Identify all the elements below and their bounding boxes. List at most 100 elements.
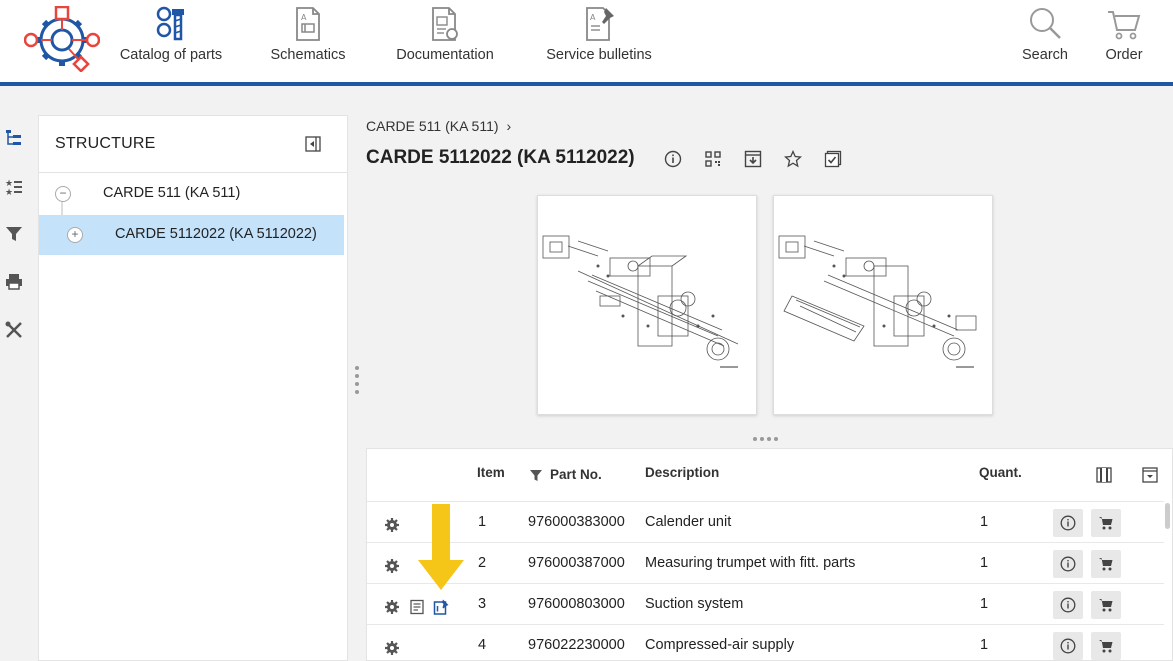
gear-icon[interactable]: [384, 599, 400, 615]
export-icon[interactable]: [1142, 467, 1158, 483]
exploded-view-drawing: [542, 235, 739, 368]
cell-part-no: 976000803000: [528, 596, 625, 612]
breadcrumb[interactable]: CARDE 511 (KA 511) ›: [366, 118, 511, 134]
tree-node-label[interactable]: CARDE 5112022 (KA 5112022): [115, 226, 317, 242]
gear-icon[interactable]: [384, 640, 400, 656]
nav-order[interactable]: Order: [1096, 0, 1152, 86]
cell-description: Measuring trumpet with fitt. parts: [645, 555, 856, 571]
svg-text:A: A: [301, 13, 307, 22]
nav-schematics[interactable]: A Schematics: [262, 0, 354, 86]
cell-description: Suction system: [645, 596, 744, 612]
info-icon: [1060, 515, 1076, 531]
parts-table: Item Part No. Description Quant. 1 97600…: [366, 448, 1173, 661]
info-button[interactable]: [1053, 550, 1083, 578]
nav-service-bulletins[interactable]: A Service bulletins: [538, 0, 660, 86]
exploded-view-drawing: [778, 235, 977, 368]
schematic-thumbnail[interactable]: [773, 195, 993, 415]
nav-catalog-of-parts[interactable]: Catalog of parts: [112, 0, 230, 86]
document-note-icon[interactable]: [409, 599, 425, 615]
table-row[interactable]: 2 976000387000 Measuring trumpet with fi…: [367, 542, 1164, 583]
nav-label: Documentation: [396, 47, 494, 63]
gear-logo-icon[interactable]: [24, 6, 100, 72]
cell-description: Calender unit: [645, 514, 732, 530]
cell-quant: 1: [980, 596, 989, 612]
info-icon[interactable]: [664, 150, 682, 168]
info-button[interactable]: [1053, 632, 1083, 660]
tree-node-label[interactable]: CARDE 511 (KA 511): [103, 185, 240, 201]
column-header-item[interactable]: Item: [477, 465, 505, 480]
cell-quant: 1: [980, 637, 989, 653]
cell-item: 3: [478, 596, 487, 612]
collapse-panel-icon[interactable]: [305, 136, 321, 152]
tree-expand-toggle[interactable]: +: [67, 227, 83, 243]
svg-text:A: A: [590, 13, 596, 22]
tree-collapse-toggle[interactable]: −: [55, 186, 71, 202]
shopping-cart-icon: [1099, 640, 1113, 653]
tree-node-selected[interactable]: + CARDE 5112022 (KA 5112022): [39, 215, 344, 255]
tools-icon[interactable]: [4, 320, 24, 340]
left-tool-rail: ★ ★: [0, 90, 28, 661]
shopping-cart-icon: [1099, 517, 1113, 530]
cell-quant: 1: [980, 555, 989, 571]
qr-code-icon[interactable]: [704, 150, 722, 168]
info-button[interactable]: [1053, 509, 1083, 537]
nav-label: Search: [1022, 47, 1068, 63]
schematic-document-icon: A: [296, 7, 320, 41]
gear-icon[interactable]: [384, 517, 400, 533]
shopping-cart-icon: [1108, 11, 1141, 40]
print-icon[interactable]: [4, 272, 24, 292]
column-header-quant[interactable]: Quant.: [979, 465, 1022, 480]
nav-search[interactable]: Search: [1015, 0, 1075, 86]
page-title: CARDE 5112022 (KA 5112022): [366, 147, 635, 168]
top-navigation-bar: Catalog of parts A Schematics Documentat…: [0, 0, 1173, 86]
breadcrumb-separator: ›: [506, 118, 512, 134]
table-row[interactable]: 3 976000803000 Suction system 1: [367, 583, 1164, 624]
breadcrumb-item[interactable]: CARDE 511 (KA 511): [366, 118, 499, 134]
svg-text:★: ★: [5, 188, 13, 197]
cell-item: 1: [478, 514, 487, 530]
add-to-cart-button[interactable]: [1091, 632, 1121, 660]
info-icon: [1060, 597, 1076, 613]
nav-documentation[interactable]: Documentation: [388, 0, 502, 86]
structure-header: STRUCTURE: [39, 116, 347, 173]
table-row[interactable]: 1 976000383000 Calender unit 1: [367, 501, 1164, 542]
column-header-description[interactable]: Description: [645, 465, 719, 480]
checklist-icon[interactable]: [824, 150, 842, 168]
search-icon: [1030, 8, 1061, 39]
filter-icon[interactable]: [4, 224, 24, 244]
shopping-cart-icon: [1099, 558, 1113, 571]
nav-label: Schematics: [270, 47, 346, 63]
structure-title: STRUCTURE: [55, 135, 156, 152]
horizontal-splitter-handle[interactable]: [753, 437, 783, 443]
cell-item: 4: [478, 637, 487, 653]
tree-structure-icon[interactable]: [4, 128, 24, 148]
tree-node[interactable]: − CARDE 511 (KA 511): [39, 174, 349, 214]
document-gear-icon: [432, 7, 458, 41]
add-to-cart-button[interactable]: [1091, 550, 1121, 578]
gear-icon[interactable]: [384, 558, 400, 574]
download-icon[interactable]: [744, 150, 762, 168]
vertical-splitter-handle[interactable]: [354, 366, 360, 396]
info-button[interactable]: [1053, 591, 1083, 619]
table-row[interactable]: 4 976022230000 Compressed-air supply 1: [367, 624, 1164, 661]
star-favorite-icon[interactable]: [784, 150, 802, 168]
table-scrollbar[interactable]: [1165, 503, 1170, 529]
schematic-thumbnail[interactable]: [537, 195, 757, 415]
service-bulletin-pin-icon[interactable]: [433, 599, 449, 615]
add-to-cart-button[interactable]: [1091, 591, 1121, 619]
nav-label: Catalog of parts: [119, 47, 223, 63]
nav-label: Service bulletins: [546, 47, 652, 63]
column-header-part-no[interactable]: Part No.: [550, 467, 602, 482]
add-to-cart-button[interactable]: [1091, 509, 1121, 537]
nav-label: Order: [1105, 47, 1143, 63]
column-settings-icon[interactable]: [1096, 467, 1112, 483]
filter-icon[interactable]: [529, 468, 543, 482]
cell-part-no: 976022230000: [528, 637, 625, 653]
shopping-cart-icon: [1099, 599, 1113, 612]
info-icon: [1060, 638, 1076, 654]
cell-item: 2: [478, 555, 487, 571]
cell-part-no: 976000383000: [528, 514, 625, 530]
starred-list-icon[interactable]: ★ ★: [4, 177, 24, 197]
structure-panel: STRUCTURE − CARDE 511 (KA 511) + CARDE 5…: [38, 115, 348, 661]
bolt-nut-icon: [156, 6, 184, 41]
